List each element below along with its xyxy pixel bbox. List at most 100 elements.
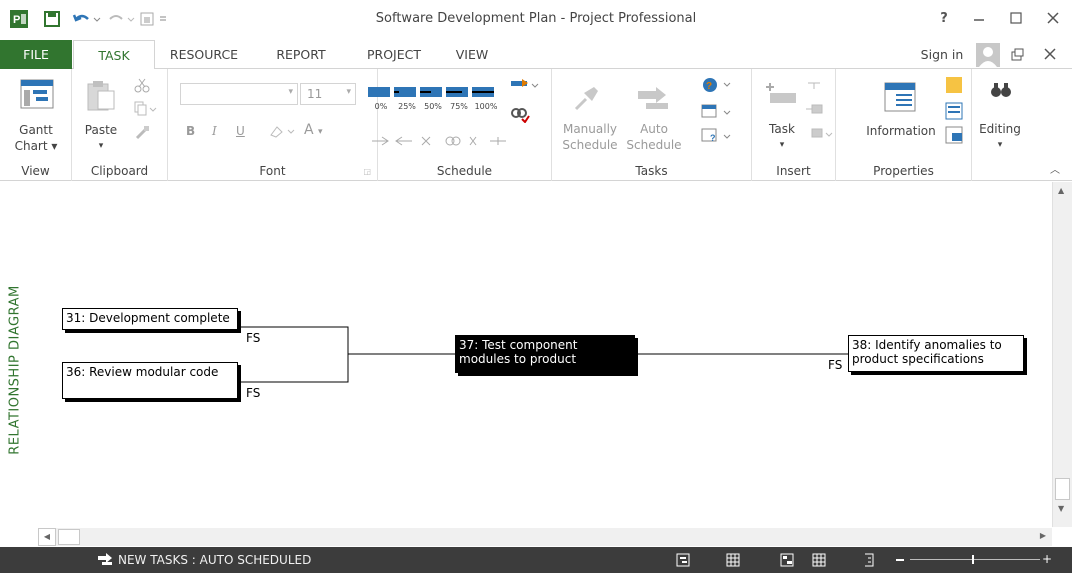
scroll-right-icon[interactable]: ▶ <box>1040 531 1046 540</box>
node-36-text: 36: Review modular code <box>66 365 219 379</box>
group-insert: Task ▾ Insert <box>752 69 836 181</box>
group-label-properties: Properties <box>873 164 934 178</box>
svg-text:?: ? <box>710 133 716 143</box>
restore-ribbon-icon[interactable] <box>1010 48 1024 65</box>
sign-in-link[interactable]: Sign in <box>912 40 972 69</box>
tab-view[interactable]: VIEW <box>444 40 500 69</box>
tab-project[interactable]: PROJECT <box>352 40 436 69</box>
team-planner-icon[interactable] <box>780 553 794 570</box>
help-button[interactable]: ? <box>933 9 955 29</box>
window-title: Software Development Plan - Project Prof… <box>375 11 697 26</box>
horizontal-scroll-thumb[interactable] <box>58 529 80 545</box>
font-name-select[interactable]: ▾ <box>180 83 298 105</box>
task-usage-icon[interactable] <box>726 553 740 570</box>
avatar[interactable] <box>976 43 1000 67</box>
inspect-icon[interactable]: ?? <box>700 75 740 158</box>
new-tasks-mode[interactable]: NEW TASKS : AUTO SCHEDULED <box>118 553 311 567</box>
maximize-button[interactable] <box>1005 9 1027 29</box>
pct-75-button[interactable]: 75% <box>448 99 470 115</box>
group-label-clipboard: Clipboard <box>90 164 149 178</box>
font-size-select[interactable]: 11 ▾ <box>300 83 356 105</box>
zoom-out-icon[interactable] <box>896 559 904 561</box>
gantt-chart-label-1: Gantt <box>19 123 53 137</box>
mark-on-track-icon[interactable] <box>510 77 540 100</box>
scroll-up-icon[interactable]: ▲ <box>1058 186 1064 195</box>
node-37[interactable]: 37: Test component modules to product <box>455 335 635 373</box>
information-button[interactable]: Information <box>858 123 944 139</box>
italic-button[interactable]: I <box>212 123 217 139</box>
group-schedule: 0% 25% 50% 75% 100% Schedule <box>368 69 552 181</box>
information-icon <box>884 81 916 116</box>
group-label-schedule: Schedule <box>436 164 493 178</box>
close-document-icon[interactable] <box>1044 48 1056 63</box>
node-38-text-1: 38: Identify anomalies to <box>852 338 1002 352</box>
paste-label: Paste <box>84 123 118 137</box>
font-color-button[interactable]: A ▾ <box>304 122 323 140</box>
editing-label: Editing <box>979 122 1021 136</box>
group-label-insert: Insert <box>776 164 811 178</box>
close-button[interactable] <box>1042 9 1064 29</box>
scroll-left-icon[interactable]: ◀ <box>38 528 56 546</box>
auto-schedule-status-icon <box>98 553 114 570</box>
pct-25-button[interactable]: 25% <box>396 99 418 115</box>
manually-label: Manually <box>562 122 618 136</box>
tab-file[interactable]: FILE <box>0 40 72 69</box>
gantt-chart-button[interactable]: Gantt Chart ▾ <box>0 122 72 154</box>
zoom-thumb[interactable] <box>972 555 974 564</box>
group-label-view: View <box>21 164 50 178</box>
dialog-launcher-icon[interactable]: ◲ <box>363 167 371 176</box>
zoom-slider[interactable]: + <box>896 553 1056 565</box>
zoom-in-icon[interactable]: + <box>1042 553 1052 565</box>
minimize-button[interactable] <box>968 9 990 29</box>
tab-report[interactable]: REPORT <box>262 40 340 69</box>
gantt-view-icon[interactable] <box>676 553 690 570</box>
chevron-down-icon: ▾ <box>346 87 351 97</box>
pct-50-button[interactable]: 50% <box>422 99 444 115</box>
respect-links-icon[interactable] <box>510 105 530 126</box>
indent-outdent-icons[interactable] <box>370 133 540 156</box>
format-painter-icon[interactable] <box>134 125 150 144</box>
group-properties: Information Properties <box>836 69 972 181</box>
vertical-scroll-thumb[interactable] <box>1055 478 1070 500</box>
scroll-down-icon[interactable]: ▼ <box>1058 504 1064 513</box>
node-36[interactable]: 36: Review modular code <box>62 362 238 399</box>
horizontal-scrollbar[interactable]: ◀ ▶ <box>38 528 1052 546</box>
link-type-label: FS <box>246 386 261 400</box>
reports-icon[interactable] <box>862 553 876 570</box>
status-bar: NEW TASKS : AUTO SCHEDULED + <box>0 547 1072 573</box>
notes-details-icons[interactable] <box>944 75 968 158</box>
copy-icon[interactable] <box>134 101 158 120</box>
bold-button[interactable]: B <box>186 123 195 139</box>
insert-task-button[interactable]: Task ▾ <box>762 121 802 153</box>
project-window: P Software Development Plan - Project Pr… <box>0 0 1072 573</box>
vertical-scrollbar[interactable]: ▲ ▼ <box>1052 182 1072 527</box>
ribbon-tabs: FILE TASK RESOURCE REPORT PROJECT VIEW S… <box>0 40 1072 70</box>
group-editing: Editing ▾ <box>972 69 1028 181</box>
group-clipboard: Paste ▾ Clipboard <box>72 69 168 181</box>
insert-options-icons[interactable] <box>804 77 834 150</box>
ribbon: Gantt Chart ▾ View Paste ▾ Clipboard ▾ 1… <box>0 69 1072 181</box>
group-label-tasks: Tasks <box>635 164 668 178</box>
resource-sheet-icon[interactable] <box>812 553 826 570</box>
highlight-color-icon[interactable] <box>268 123 298 142</box>
font-color-label: A <box>304 122 314 138</box>
pct-100-button[interactable]: 100% <box>474 99 498 115</box>
node-31[interactable]: 31: Development complete <box>62 308 238 330</box>
underline-button[interactable]: U <box>236 123 245 139</box>
manually-schedule-button[interactable]: Manually Schedule <box>558 121 622 153</box>
node-38-text-2: product specifications <box>852 352 984 366</box>
link-type-label: FS <box>246 331 261 345</box>
group-view: Gantt Chart ▾ View <box>0 69 72 181</box>
gantt-chart-label-2: Chart <box>14 139 48 153</box>
auto-schedule-button[interactable]: Auto Schedule <box>622 121 686 153</box>
tab-task[interactable]: TASK <box>73 40 155 70</box>
tab-resource[interactable]: RESOURCE <box>160 40 248 69</box>
node-38[interactable]: 38: Identify anomalies to product specif… <box>848 335 1024 372</box>
node-37-text-1: 37: Test component <box>459 338 578 352</box>
editing-button[interactable]: Editing ▾ <box>972 121 1028 153</box>
paste-button[interactable]: Paste ▾ <box>76 122 126 154</box>
pct-0-button[interactable]: 0% <box>370 99 392 115</box>
group-tasks: Manually Schedule Auto Schedule ?? Tasks <box>552 69 752 181</box>
collapse-ribbon-icon[interactable]: ︿ <box>1050 161 1060 176</box>
cut-icon[interactable] <box>134 77 150 96</box>
